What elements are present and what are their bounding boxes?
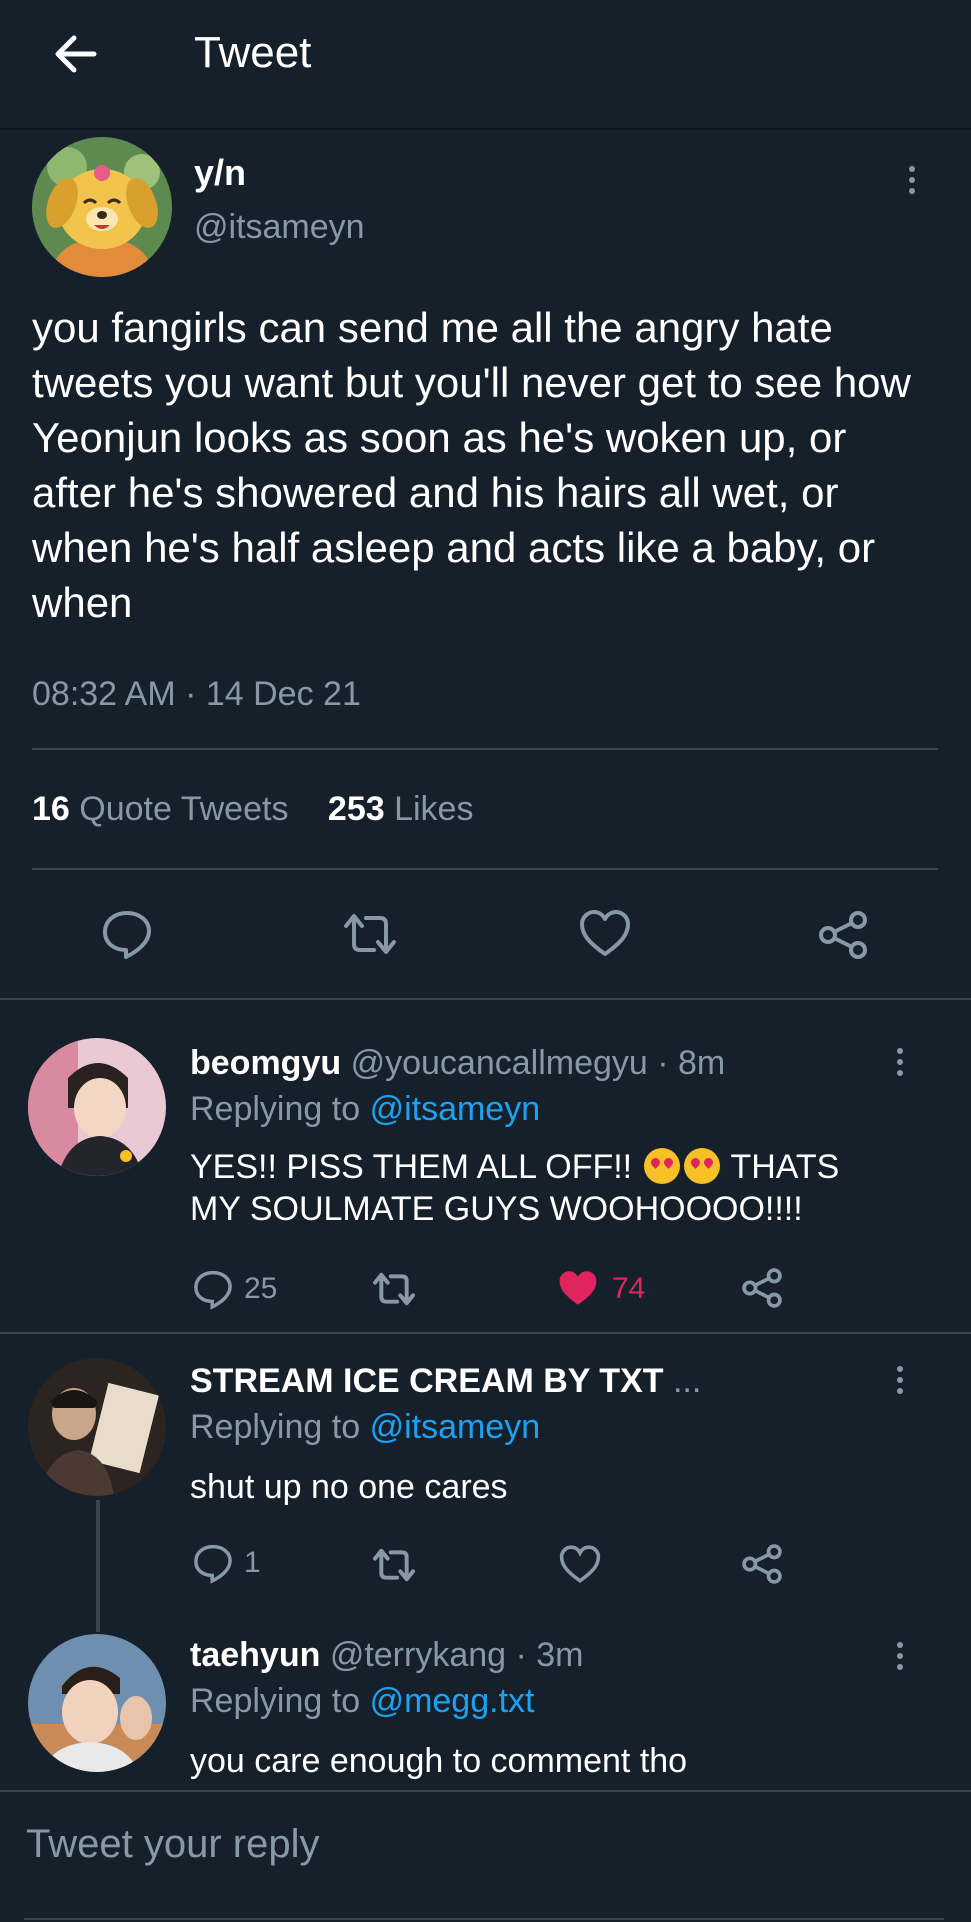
divider [0, 998, 971, 1000]
share-icon[interactable] [740, 1266, 784, 1315]
reply-author[interactable]: beomgyu @youcancallmegyu · 8m [190, 1044, 725, 1083]
avatar[interactable] [28, 1038, 166, 1176]
replying-prefix: Replying to [190, 1090, 361, 1128]
tweet-timestamp: 08:32 AM · 14 Dec 21 [32, 675, 361, 713]
thread-connector [96, 1500, 100, 1632]
handle-time[interactable]: @terrykang · 3m [330, 1636, 584, 1674]
reply-text: you care enough to comment tho [190, 1742, 688, 1780]
reply-icon[interactable] [192, 1268, 234, 1315]
reply-author[interactable]: taehyun @terrykang · 3m [190, 1636, 584, 1675]
avatar[interactable] [28, 1358, 166, 1496]
like-count[interactable]: 253 [328, 790, 385, 828]
mention-link[interactable]: @megg.txt [370, 1682, 535, 1720]
reply-icon[interactable] [100, 907, 154, 966]
reply-text-part2: THATS [730, 1148, 840, 1186]
display-name[interactable]: y/n [194, 152, 246, 194]
divider [32, 748, 938, 750]
display-name[interactable]: beomgyu [190, 1044, 341, 1082]
share-icon[interactable] [816, 908, 870, 967]
reply-author[interactable]: STREAM ICE CREAM BY TXT ... [190, 1362, 701, 1401]
reply-text-part1: YES!! PISS THEM ALL OFF!! [190, 1148, 633, 1186]
avatar[interactable] [28, 1634, 166, 1772]
reply-count: 1 [244, 1546, 261, 1579]
like-icon[interactable] [558, 1544, 602, 1589]
more-options-icon[interactable] [890, 1362, 910, 1406]
reply-icon[interactable] [192, 1542, 234, 1589]
tweet-text: you fangirls can send me all the angry h… [32, 304, 911, 626]
mention-link[interactable]: @itsameyn [370, 1408, 541, 1446]
retweet-icon[interactable] [370, 1270, 418, 1313]
share-icon[interactable] [740, 1542, 784, 1591]
handle-time[interactable]: @youcancallmegyu · 8m [351, 1044, 726, 1082]
replying-to: Replying to @itsameyn [190, 1408, 540, 1447]
avatar[interactable] [32, 137, 172, 277]
reply-text-line2: MY SOULMATE GUYS WOOHOOOO!!!! [190, 1190, 803, 1228]
retweet-icon[interactable] [370, 1546, 418, 1589]
page-title: Tweet [194, 28, 312, 77]
tweet-reply-input[interactable] [24, 1808, 948, 1880]
quote-count[interactable]: 16 [32, 790, 70, 828]
reply-count: 25 [244, 1272, 278, 1305]
reply-text: YES!! PISS THEM ALL OFF!! THATS MY SOULM… [190, 1146, 930, 1230]
display-name[interactable]: taehyun [190, 1636, 320, 1674]
liked-heart-icon[interactable] [556, 1268, 600, 1313]
star-struck-emoji-icon [643, 1148, 680, 1184]
divider [32, 868, 938, 870]
replying-to: Replying to @megg.txt [190, 1682, 534, 1721]
like-count: 74 [612, 1272, 646, 1305]
name-truncation: ... [672, 1362, 702, 1400]
like-label[interactable]: Likes [394, 790, 473, 828]
divider [0, 1332, 971, 1334]
tweet-stats: 16 Quote Tweets 253 Likes [32, 790, 503, 829]
more-options-icon[interactable] [890, 1638, 910, 1682]
replying-to: Replying to @itsameyn [190, 1090, 540, 1129]
display-name[interactable]: STREAM ICE CREAM BY TXT [190, 1362, 664, 1400]
top-bar: Tweet [0, 0, 971, 130]
replying-prefix: Replying to [190, 1408, 361, 1446]
more-options-icon[interactable] [902, 162, 922, 206]
more-options-icon[interactable] [890, 1044, 910, 1088]
quote-label[interactable]: Quote Tweets [79, 790, 288, 828]
back-arrow-icon[interactable] [48, 26, 104, 82]
like-icon[interactable] [578, 908, 632, 963]
mention-link[interactable]: @itsameyn [370, 1090, 541, 1128]
reply-composer [0, 1790, 971, 1922]
replying-prefix: Replying to [190, 1682, 361, 1720]
user-handle[interactable]: @itsameyn [194, 208, 365, 247]
reply-text: shut up no one cares [190, 1468, 508, 1506]
retweet-icon[interactable] [340, 910, 400, 963]
star-struck-emoji-icon [683, 1148, 720, 1184]
